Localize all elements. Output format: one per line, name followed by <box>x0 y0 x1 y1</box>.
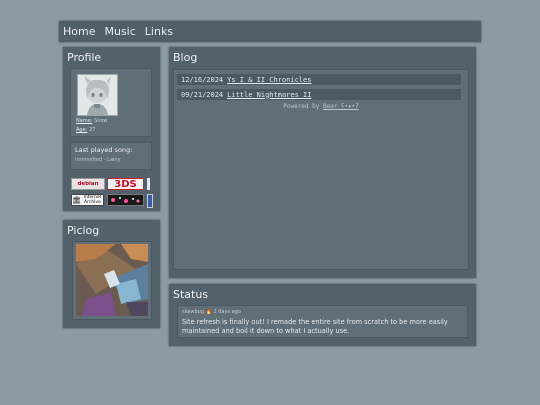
nav-links[interactable]: Links <box>145 25 173 38</box>
blog-post-date: 12/16/2024 <box>181 75 224 84</box>
sparkle-button[interactable] <box>107 194 144 206</box>
piclog-panel: Piclog <box>63 220 160 328</box>
bear-link[interactable]: Bear ʕ•ᴥ•ʔ <box>323 103 359 110</box>
powered-by-prefix: Powered by <box>283 103 320 110</box>
3ds-button-label: 3DS <box>114 178 137 190</box>
powered-by: Powered by Bear ʕ•ᴥ•ʔ <box>173 103 469 110</box>
blog-panel: Blog 12/16/2024 Ys I & II Chronicles 09/… <box>169 47 476 278</box>
status-card: skewbug 🔥 2 days ago Site refresh is fin… <box>177 305 468 338</box>
piclog-photo[interactable] <box>76 244 148 316</box>
blog-title: Blog <box>173 51 198 64</box>
side-strip-icon <box>147 194 153 208</box>
internet-archive-label: Internet Archive <box>83 195 102 205</box>
profile-title: Profile <box>67 51 102 64</box>
status-panel: Status skewbug 🔥 2 days ago Site refresh… <box>169 284 476 346</box>
archive-icon: 🏛 <box>72 196 81 204</box>
profile-age-value: 27 <box>88 127 96 133</box>
status-title: Status <box>173 288 209 301</box>
3ds-button[interactable]: 3DS <box>107 178 144 190</box>
divider-bar <box>147 178 150 190</box>
blog-post-date: 09/21/2024 <box>181 90 224 99</box>
profile-age-key: Age: <box>76 127 88 133</box>
blog-post-link[interactable]: Little Nightmares II <box>227 91 311 99</box>
last-played-card: Last played song: Ironmelted - Lainy <box>70 142 152 170</box>
nav-music[interactable]: Music <box>104 25 135 38</box>
last-played-song: Ironmelted - Lainy <box>75 157 121 163</box>
debian-button-label: debian <box>77 181 99 187</box>
profile-age-row: Age: 27 <box>76 127 95 133</box>
piclog-frame <box>72 241 152 320</box>
internet-archive-button[interactable]: 🏛 Internet Archive <box>71 194 104 206</box>
profile-card: Name: Snow Age: 27 <box>70 68 152 137</box>
status-time: 2 days ago <box>213 309 241 315</box>
nav-home[interactable]: Home <box>63 25 95 38</box>
status-meta: skewbug 🔥 2 days ago <box>182 309 241 315</box>
last-played-label: Last played song: <box>75 146 133 154</box>
sparkle-icon <box>111 197 140 203</box>
status-user: skewbug <box>182 309 205 315</box>
blog-feed: 12/16/2024 Ys I & II Chronicles 09/21/20… <box>173 69 469 270</box>
profile-name-key: Name: <box>76 118 93 124</box>
piclog-title: Piclog <box>67 224 100 237</box>
blog-post-link[interactable]: Ys I & II Chronicles <box>227 76 311 84</box>
status-text: Site refresh is finally out! I remade th… <box>182 318 448 335</box>
blog-post-row: 09/21/2024 Little Nightmares II <box>177 89 461 100</box>
debian-button[interactable]: debian <box>71 178 105 190</box>
avatar-illustration <box>78 75 117 115</box>
avatar <box>77 74 118 116</box>
profile-name-row: Name: Snow <box>76 118 108 124</box>
profile-panel: Profile Name: Snow Age: 27 Last played s… <box>63 47 160 211</box>
blog-post-row: 12/16/2024 Ys I & II Chronicles <box>177 74 461 85</box>
profile-name-value: Snow <box>94 118 108 124</box>
top-nav: Home Music Links <box>59 21 481 42</box>
fire-icon: 🔥 <box>205 309 212 315</box>
